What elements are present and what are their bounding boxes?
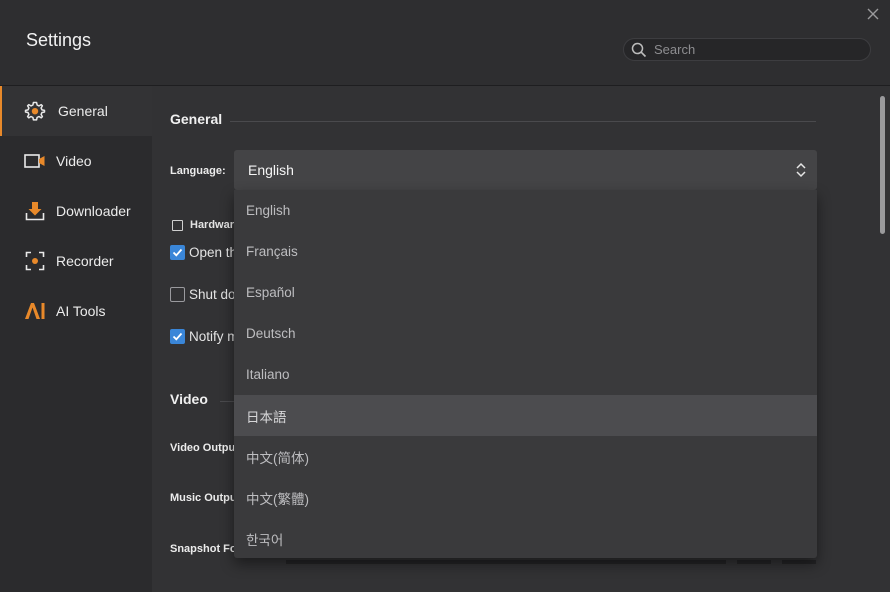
language-option[interactable]: Italiano bbox=[234, 354, 817, 395]
record-icon bbox=[24, 250, 46, 272]
option-shutdown-checkbox[interactable]: Shut do bbox=[170, 287, 236, 302]
language-option[interactable]: 中文(简体) bbox=[234, 436, 817, 477]
sidebar-item-downloader[interactable]: Downloader bbox=[0, 186, 152, 236]
hardware-label: Hardwar bbox=[190, 219, 235, 231]
sidebar-item-label: Video bbox=[56, 153, 92, 169]
option-label: Open th bbox=[189, 245, 238, 260]
search-input[interactable] bbox=[654, 40, 864, 59]
language-option[interactable]: Español bbox=[234, 272, 817, 313]
section-title-general: General bbox=[170, 111, 223, 127]
option-label: Notify m bbox=[189, 329, 239, 344]
option-open-checkbox[interactable]: Open th bbox=[170, 245, 237, 260]
checkbox-checked[interactable] bbox=[170, 329, 185, 344]
sidebar-item-general[interactable]: General bbox=[0, 86, 152, 136]
video-output-label: Video Output bbox=[170, 442, 239, 454]
checkbox[interactable] bbox=[170, 287, 185, 302]
ai-icon bbox=[24, 300, 46, 322]
search-icon bbox=[631, 42, 647, 58]
language-dropdown: English Français Español Deutsch Italian… bbox=[234, 190, 817, 558]
sidebar-item-video[interactable]: Video bbox=[0, 136, 152, 186]
music-output-label: Music Output bbox=[170, 492, 241, 504]
option-label: Shut do bbox=[189, 287, 236, 302]
language-option[interactable]: Français bbox=[234, 231, 817, 272]
sidebar-item-label: General bbox=[58, 103, 108, 119]
close-icon[interactable] bbox=[865, 6, 881, 22]
checkbox[interactable] bbox=[172, 219, 183, 231]
snapshot-format-label: Snapshot Fo bbox=[170, 543, 237, 555]
sidebar: General Video Downloader Recorder AI Too… bbox=[0, 86, 152, 592]
language-selected-value: English bbox=[248, 162, 294, 178]
sidebar-item-ai-tools[interactable]: AI Tools bbox=[0, 286, 152, 336]
language-option[interactable]: English bbox=[234, 190, 817, 231]
snapshot-path-field[interactable] bbox=[286, 560, 726, 564]
window-title: Settings bbox=[26, 30, 92, 50]
title-bar: Settings bbox=[0, 0, 890, 86]
section-title-video: Video bbox=[170, 391, 208, 407]
language-option[interactable]: 中文(繁體) bbox=[234, 477, 817, 518]
sidebar-item-recorder[interactable]: Recorder bbox=[0, 236, 152, 286]
option-notify-checkbox[interactable]: Notify m bbox=[170, 329, 239, 344]
video-icon bbox=[24, 150, 46, 172]
language-option-highlighted[interactable]: 日本語 bbox=[234, 395, 817, 436]
updown-chevron-icon bbox=[795, 161, 807, 179]
open-folder-button[interactable] bbox=[782, 560, 816, 564]
sidebar-item-label: AI Tools bbox=[56, 303, 106, 319]
language-option[interactable]: 한국어 bbox=[234, 518, 817, 559]
section-divider bbox=[230, 121, 816, 122]
sidebar-item-label: Downloader bbox=[56, 203, 131, 219]
sidebar-item-label: Recorder bbox=[56, 253, 114, 269]
search-box[interactable] bbox=[623, 38, 871, 61]
gear-icon bbox=[24, 100, 46, 122]
download-icon bbox=[24, 200, 46, 222]
browse-button[interactable] bbox=[737, 560, 771, 564]
language-select[interactable]: English bbox=[234, 150, 817, 190]
checkbox-checked[interactable] bbox=[170, 245, 185, 260]
language-label: Language: bbox=[170, 165, 226, 177]
hardware-acceleration-checkbox[interactable]: Hardwar bbox=[172, 219, 234, 231]
scrollbar-thumb[interactable] bbox=[880, 96, 885, 234]
language-option[interactable]: Deutsch bbox=[234, 313, 817, 354]
